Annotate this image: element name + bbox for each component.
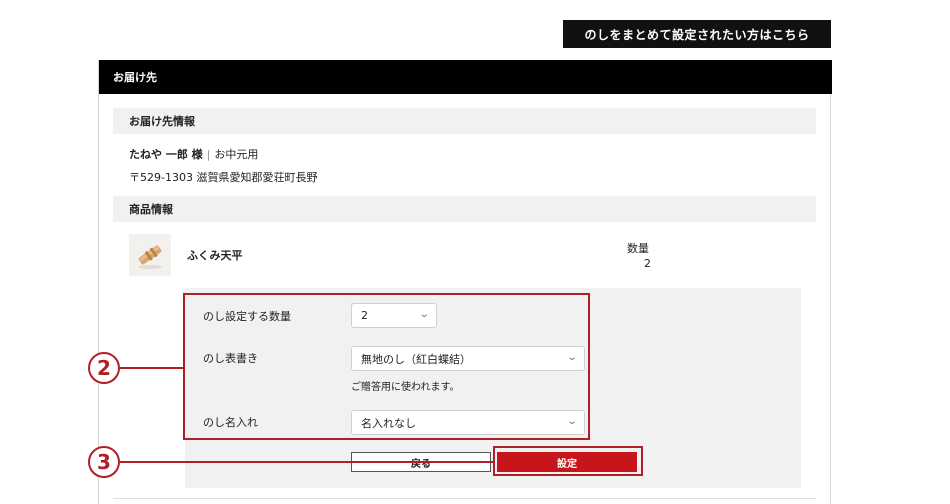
callout-3-leader — [120, 461, 494, 463]
quantity-label: 数量 — [627, 242, 649, 255]
panel-title: お届け先 — [99, 60, 832, 94]
recipient-name: たねや 一郎 様 — [129, 148, 203, 161]
separator: | — [206, 148, 211, 161]
recipient-line: たねや 一郎 様 | お中元用 — [129, 146, 258, 162]
gift-purpose: お中元用 — [214, 148, 259, 161]
bulk-noshi-button[interactable]: のしをまとめて設定されたい方はこちら — [563, 20, 831, 48]
callout-2-marker: 2 — [88, 352, 120, 384]
product-image — [129, 234, 171, 276]
set-button-highlight-box — [493, 446, 643, 476]
callout-3-marker: 3 — [88, 446, 120, 478]
delivery-info-heading: お届け先情報 — [113, 108, 816, 134]
divider — [113, 498, 816, 499]
product-name: ふくみ天平 — [187, 249, 243, 262]
form-highlight-box — [183, 293, 590, 440]
callout-2-leader — [120, 367, 184, 369]
delivery-address: 〒529-1303 滋賀県愛知郡愛荘町長野 — [129, 171, 318, 184]
quantity-value: 2 — [644, 257, 651, 270]
product-info-heading: 商品情報 — [113, 196, 816, 222]
